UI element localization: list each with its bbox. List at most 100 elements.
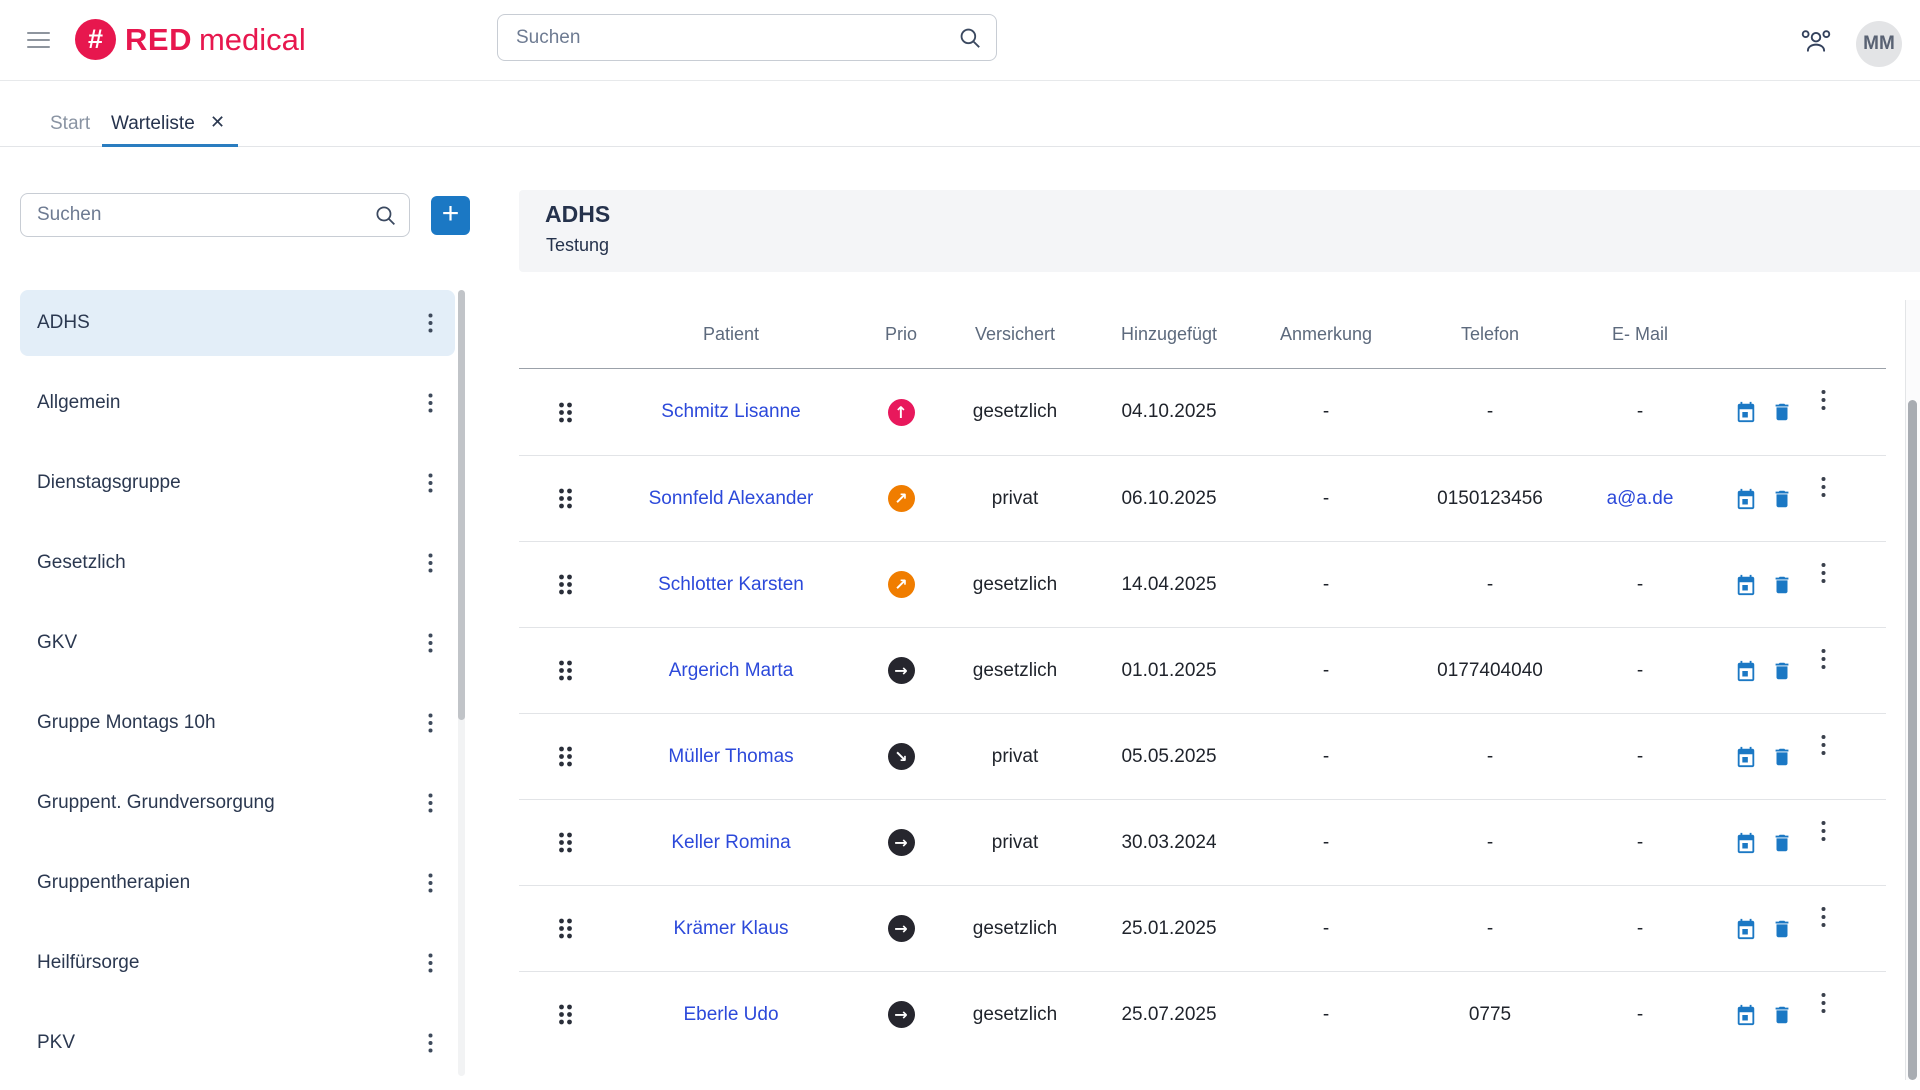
people-group-icon[interactable]: [1798, 26, 1834, 54]
list-header: ADHS Testung: [519, 190, 1920, 272]
row-menu-icon[interactable]: [1821, 562, 1826, 584]
hamburger-menu-icon[interactable]: [27, 32, 50, 49]
item-menu-icon[interactable]: [428, 713, 433, 733]
sidebar-item-allgemein[interactable]: Allgemein: [20, 370, 455, 436]
email-value: -: [1587, 918, 1693, 940]
anmerkung-value: -: [1259, 832, 1393, 854]
item-menu-icon[interactable]: [428, 633, 433, 653]
sidebar-item-gruppentherapien[interactable]: Gruppentherapien: [20, 850, 455, 916]
delete-icon[interactable]: [1771, 918, 1793, 940]
patient-link[interactable]: Schmitz Lisanne: [611, 401, 851, 423]
sidebar-item-adhs[interactable]: ADHS: [20, 290, 455, 356]
item-menu-icon[interactable]: [428, 473, 433, 493]
row-menu-icon[interactable]: [1821, 992, 1826, 1014]
row-menu-icon[interactable]: [1821, 389, 1826, 411]
item-menu-icon[interactable]: [428, 873, 433, 893]
patient-link[interactable]: Eberle Udo: [611, 1004, 851, 1026]
row-menu-icon[interactable]: [1821, 648, 1826, 670]
hinzugefuegt-value: 25.07.2025: [1079, 1004, 1259, 1026]
calendar-icon[interactable]: [1735, 918, 1757, 940]
drag-handle-icon[interactable]: [519, 746, 611, 767]
prio-badge: ↗: [888, 571, 915, 598]
delete-icon[interactable]: [1771, 746, 1793, 768]
sidebar-item-gruppe-montags-10h[interactable]: Gruppe Montags 10h: [20, 690, 455, 756]
avatar[interactable]: MM: [1856, 21, 1902, 67]
global-search: [497, 14, 997, 61]
calendar-icon[interactable]: [1735, 1004, 1757, 1026]
email-link[interactable]: a@a.de: [1587, 488, 1693, 510]
tab-close-icon[interactable]: ✕: [210, 112, 225, 133]
drag-handle-icon[interactable]: [519, 574, 611, 595]
calendar-icon[interactable]: [1735, 488, 1757, 510]
patient-link[interactable]: Keller Romina: [611, 832, 851, 854]
calendar-icon[interactable]: [1735, 574, 1757, 596]
drag-handle-icon[interactable]: [519, 918, 611, 939]
email-value: -: [1587, 660, 1693, 682]
main-scrollbar-thumb[interactable]: [1908, 400, 1917, 1080]
telefon-value: -: [1393, 401, 1587, 423]
delete-icon[interactable]: [1771, 488, 1793, 510]
sidebar-item-dienstagsgruppe[interactable]: Dienstagsgruppe: [20, 450, 455, 516]
item-menu-icon[interactable]: [428, 313, 433, 333]
versichert-value: gesetzlich: [951, 401, 1079, 423]
delete-icon[interactable]: [1771, 574, 1793, 596]
sidebar-scrollbar-thumb[interactable]: [458, 290, 465, 720]
delete-icon[interactable]: [1771, 660, 1793, 682]
row-menu-icon[interactable]: [1821, 820, 1826, 842]
versichert-value: privat: [951, 488, 1079, 510]
versichert-value: gesetzlich: [951, 918, 1079, 940]
sidebar-item-label: Allgemein: [37, 392, 120, 414]
sidebar-item-pkv[interactable]: PKV: [20, 1010, 455, 1076]
calendar-icon[interactable]: [1735, 660, 1757, 682]
anmerkung-value: -: [1259, 660, 1393, 682]
drag-handle-icon[interactable]: [519, 488, 611, 509]
active-tab-underline: [102, 144, 238, 147]
patient-link[interactable]: Schlotter Karsten: [611, 574, 851, 596]
table-row: Krämer Klaus → gesetzlich 25.01.2025 - -…: [519, 885, 1886, 971]
sidebar-item-gruppent-grundversorgung[interactable]: Gruppent. Grundversorgung: [20, 770, 455, 836]
sidebar-item-label: Gruppe Montags 10h: [37, 712, 216, 734]
sidebar-search-input[interactable]: [21, 194, 409, 236]
item-menu-icon[interactable]: [428, 553, 433, 573]
patient-link[interactable]: Krämer Klaus: [611, 918, 851, 940]
sidebar-item-heilfuersorge[interactable]: Heilfürsorge: [20, 930, 455, 996]
delete-icon[interactable]: [1771, 401, 1793, 423]
item-menu-icon[interactable]: [428, 793, 433, 813]
patient-link[interactable]: Sonnfeld Alexander: [611, 488, 851, 510]
drag-handle-icon[interactable]: [519, 402, 611, 423]
delete-icon[interactable]: [1771, 832, 1793, 854]
row-menu-icon[interactable]: [1821, 476, 1826, 498]
email-value: -: [1587, 1004, 1693, 1026]
delete-icon[interactable]: [1771, 1004, 1793, 1026]
drag-handle-icon[interactable]: [519, 832, 611, 853]
logo-text-red: RED: [125, 22, 192, 58]
sidebar-item-gkv[interactable]: GKV: [20, 610, 455, 676]
tab-start[interactable]: Start: [50, 113, 90, 135]
add-list-button[interactable]: +: [431, 196, 470, 235]
sidebar-item-label: Gruppent. Grundversorgung: [37, 792, 275, 814]
tab-warteliste[interactable]: Warteliste: [111, 113, 195, 135]
search-icon: [957, 25, 983, 51]
global-search-input[interactable]: [498, 15, 996, 60]
row-menu-icon[interactable]: [1821, 906, 1826, 928]
logo-text-medical: medical: [199, 22, 306, 58]
telefon-value: -: [1393, 574, 1587, 596]
versichert-value: privat: [951, 832, 1079, 854]
drag-handle-icon[interactable]: [519, 660, 611, 681]
calendar-icon[interactable]: [1735, 401, 1757, 423]
tab-divider: [0, 146, 1920, 147]
calendar-icon[interactable]: [1735, 832, 1757, 854]
calendar-icon[interactable]: [1735, 746, 1757, 768]
item-menu-icon[interactable]: [428, 1033, 433, 1053]
drag-handle-icon[interactable]: [519, 1004, 611, 1025]
table-row: Argerich Marta → gesetzlich 01.01.2025 -…: [519, 627, 1886, 713]
sidebar-item-gesetzlich[interactable]: Gesetzlich: [20, 530, 455, 596]
list-title: ADHS: [545, 201, 610, 228]
patient-link[interactable]: Argerich Marta: [611, 660, 851, 682]
anmerkung-value: -: [1259, 401, 1393, 423]
item-menu-icon[interactable]: [428, 393, 433, 413]
item-menu-icon[interactable]: [428, 953, 433, 973]
patient-link[interactable]: Müller Thomas: [611, 746, 851, 768]
telefon-value: -: [1393, 832, 1587, 854]
row-menu-icon[interactable]: [1821, 734, 1826, 756]
